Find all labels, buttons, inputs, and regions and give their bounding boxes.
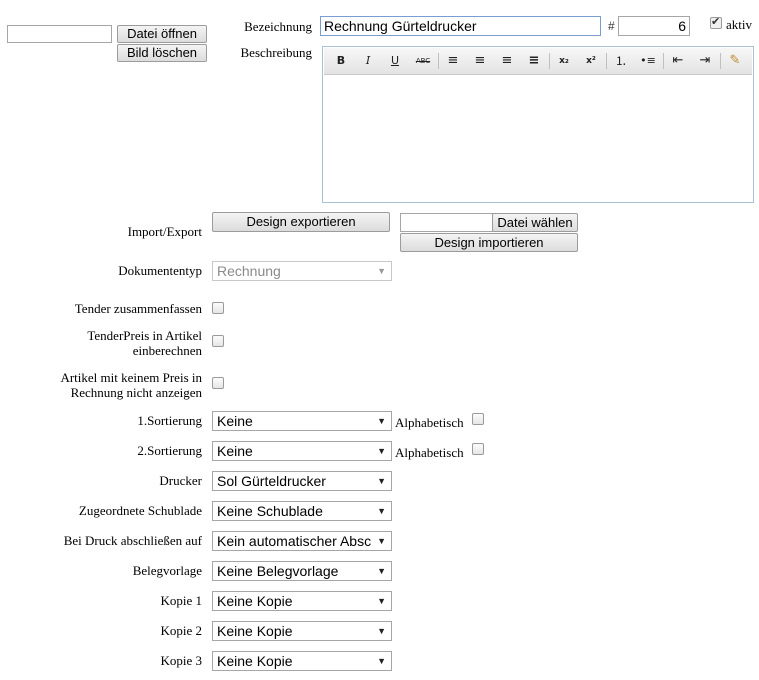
document-type-value: Rechnung	[217, 263, 281, 279]
chevron-down-icon: ▼	[377, 626, 386, 636]
sort1-select[interactable]: Keine ▼	[212, 411, 392, 431]
sort2-value: Keine	[217, 443, 253, 459]
image-file-input[interactable]	[7, 25, 112, 43]
hide-no-price-label: Artikel mit keinem Preis in Rechnung nic…	[20, 370, 202, 400]
chevron-down-icon: ▼	[377, 596, 386, 606]
sort1-value: Keine	[217, 413, 253, 429]
copy2-value: Keine Kopie	[217, 623, 293, 639]
document-type-label: Dokumententyp	[118, 263, 202, 278]
sort2-alpha-label: Alphabetisch	[395, 445, 464, 460]
bold-icon[interactable]: B	[330, 52, 352, 70]
indent-icon[interactable]: ⇥	[694, 52, 716, 70]
receipt-template-label: Belegvorlage	[132, 563, 202, 578]
active-label: aktiv	[726, 17, 752, 32]
align-justify-icon[interactable]: ≡	[523, 52, 545, 70]
chevron-down-icon: ▼	[377, 476, 386, 486]
italic-icon[interactable]: I	[357, 52, 379, 70]
import-export-label: Import/Export	[127, 224, 202, 239]
chevron-down-icon: ▼	[377, 536, 386, 546]
copy1-select[interactable]: Keine Kopie ▼	[212, 591, 392, 611]
copy2-select[interactable]: Keine Kopie ▼	[212, 621, 392, 641]
printer-select[interactable]: Sol Gürteldrucker ▼	[212, 471, 392, 491]
printer-label: Drucker	[159, 473, 202, 488]
drawer-select[interactable]: Keine Schublade ▼	[212, 501, 392, 521]
name-label: Bezeichnung	[244, 19, 312, 34]
delete-image-button[interactable]: Bild löschen	[117, 44, 207, 62]
export-design-button[interactable]: Design exportieren	[212, 212, 390, 232]
open-file-button[interactable]: Datei öffnen	[117, 25, 207, 43]
sort1-alpha-checkbox[interactable]	[472, 413, 484, 425]
chevron-down-icon: ▼	[377, 506, 386, 516]
tender-price-label-line2: einberechnen	[132, 343, 202, 358]
hide-no-price-checkbox[interactable]	[212, 377, 224, 389]
document-type-select[interactable]: Rechnung ▼	[212, 261, 392, 281]
ordered-list-icon[interactable]: ⒈	[610, 52, 632, 70]
subscript-icon[interactable]: x₂	[553, 52, 575, 70]
underline-icon[interactable]: U	[384, 52, 406, 70]
copy3-select[interactable]: Keine Kopie ▼	[212, 651, 392, 671]
chevron-down-icon: ▼	[377, 416, 386, 426]
description-editor[interactable]: B I U ABC ≡ ≡ ≡ ≡ x₂ x² ⒈ •≡ ⇤ ⇥ ✎	[322, 46, 754, 203]
unordered-list-icon[interactable]: •≡	[637, 52, 659, 70]
receipt-template-value: Keine Belegvorlage	[217, 563, 339, 579]
active-checkbox[interactable]	[710, 15, 722, 29]
tender-combine-checkbox[interactable]	[212, 302, 224, 314]
hide-no-price-label-line2: Rechnung nicht anzeigen	[70, 385, 202, 400]
toolbar-separator	[606, 53, 607, 69]
tender-price-label-line1: TenderPreis in Artikel	[87, 328, 202, 343]
sort2-select[interactable]: Keine ▼	[212, 441, 392, 461]
copy2-label: Kopie 2	[160, 623, 202, 638]
toolbar-separator	[720, 53, 721, 69]
close-on-print-label: Bei Druck abschließen auf	[63, 533, 202, 548]
chevron-down-icon: ▼	[377, 266, 386, 276]
drawer-label: Zugeordnete Schublade	[78, 503, 202, 518]
editor-toolbar: B I U ABC ≡ ≡ ≡ ≡ x₂ x² ⒈ •≡ ⇤ ⇥ ✎	[324, 48, 752, 75]
copy1-value: Keine Kopie	[217, 593, 293, 609]
printer-value: Sol Gürteldrucker	[217, 473, 326, 489]
superscript-icon[interactable]: x²	[580, 52, 602, 70]
choose-file-button[interactable]: Datei wählen	[492, 213, 578, 232]
sort2-alpha-checkbox[interactable]	[472, 443, 484, 455]
clear-format-icon[interactable]: ✎	[724, 52, 746, 70]
toolbar-separator	[549, 53, 550, 69]
sort1-label: 1.Sortierung	[137, 413, 202, 428]
copy3-label: Kopie 3	[160, 653, 202, 668]
sort1-alpha-label: Alphabetisch	[395, 415, 464, 430]
name-input[interactable]: Rechnung Gürteldrucker	[320, 16, 601, 36]
tender-combine-label: Tender zusammenfassen	[74, 301, 202, 316]
chevron-down-icon: ▼	[377, 446, 386, 456]
number-input[interactable]: 6	[618, 16, 690, 36]
outdent-icon[interactable]: ⇤	[667, 52, 689, 70]
drawer-value: Keine Schublade	[217, 503, 323, 519]
tender-price-checkbox[interactable]	[212, 335, 224, 347]
import-file-input[interactable]	[400, 213, 493, 232]
receipt-template-select[interactable]: Keine Belegvorlage ▼	[212, 561, 392, 581]
sort2-label: 2.Sortierung	[137, 443, 202, 458]
import-design-button[interactable]: Design importieren	[400, 233, 578, 252]
toolbar-separator	[438, 53, 439, 69]
hide-no-price-label-line1: Artikel mit keinem Preis in	[60, 370, 202, 385]
number-hash-label: #	[608, 19, 615, 33]
align-right-icon[interactable]: ≡	[496, 52, 518, 70]
align-center-icon[interactable]: ≡	[469, 52, 491, 70]
chevron-down-icon: ▼	[377, 656, 386, 666]
close-on-print-select[interactable]: Kein automatischer Abschluss ▼	[212, 531, 392, 551]
copy3-value: Keine Kopie	[217, 653, 293, 669]
tender-price-label: TenderPreis in Artikel einberechnen	[20, 328, 202, 358]
strikethrough-icon[interactable]: ABC	[412, 52, 434, 70]
toolbar-separator	[663, 53, 664, 69]
close-on-print-value: Kein automatischer Abschluss	[217, 533, 372, 549]
copy1-label: Kopie 1	[160, 593, 202, 608]
align-left-icon[interactable]: ≡	[442, 52, 464, 70]
description-label: Beschreibung	[240, 45, 312, 60]
chevron-down-icon: ▼	[377, 566, 386, 576]
